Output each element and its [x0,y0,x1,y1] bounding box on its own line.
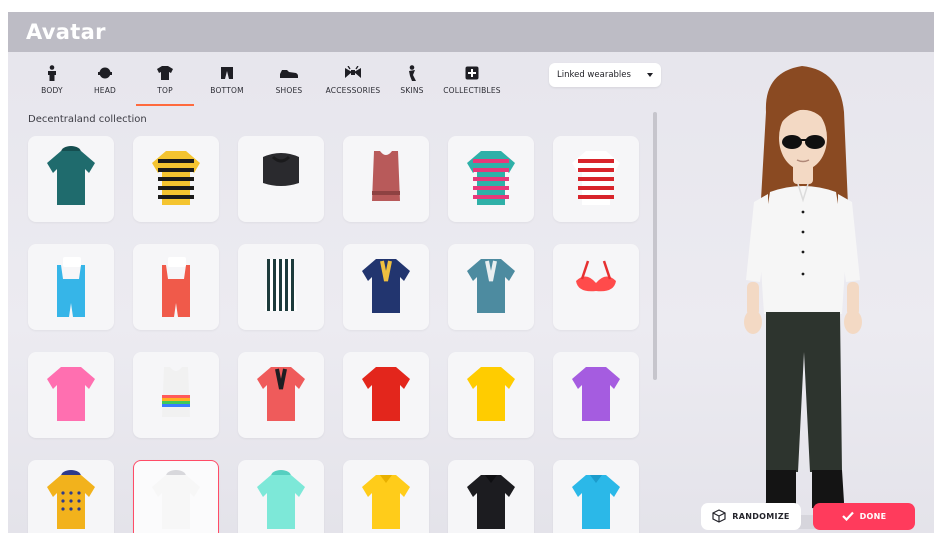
wearable-item[interactable] [343,244,429,330]
tab-label: ACCESSORIES [325,86,381,95]
wearable-item[interactable] [448,244,534,330]
wearable-thumbnail [39,359,103,432]
chevron-down-icon [647,73,653,77]
tab-label: TOP [157,86,173,95]
wearable-thumbnail [144,467,208,533]
avatar-pants [766,312,842,472]
wearable-item[interactable] [238,136,324,222]
wearable-thumbnail [249,467,313,533]
wearables-grid [28,136,648,533]
tab-top[interactable]: TOP [136,62,194,106]
check-icon [841,511,854,523]
wearable-thumbnail [249,251,313,324]
wearable-thumbnail [144,143,208,216]
wearable-item[interactable] [28,244,114,330]
wearable-item[interactable] [28,352,114,438]
wearable-item[interactable] [133,460,219,533]
wearable-item[interactable] [553,352,639,438]
wearable-item[interactable] [343,136,429,222]
wearable-item[interactable] [133,136,219,222]
wearables-filter-select[interactable]: Linked wearables [549,63,661,87]
select-value: Linked wearables [557,70,631,80]
wearable-thumbnail [39,251,103,324]
wearable-item[interactable] [448,460,534,533]
wearable-thumbnail [564,467,628,533]
wearable-thumbnail [564,251,628,324]
wearable-item[interactable] [448,352,534,438]
avatar-figure [744,66,864,529]
tab-label: COLLECTIBLES [443,86,501,95]
done-button[interactable]: DONE [813,503,915,530]
collection-title: Decentraland collection [28,114,147,125]
wearable-thumbnail [459,251,523,324]
wearable-thumbnail [354,467,418,533]
wearable-thumbnail [459,359,523,432]
wearable-item[interactable] [238,244,324,330]
avatar-editor: Avatar BODY HEAD TOP BOTTOM SHOES ACCESS… [8,12,934,533]
wearable-thumbnail [564,359,628,432]
wearable-thumbnail [39,143,103,216]
tab-label: BOTTOM [210,86,244,95]
wearable-thumbnail [354,143,418,216]
wearable-thumbnail [354,359,418,432]
tab-accessories[interactable]: ACCESSORIES [318,62,388,106]
category-tabs: BODY HEAD TOP BOTTOM SHOES ACCESSORIES S… [30,62,508,106]
tab-label: SKINS [400,86,424,95]
scrollbar[interactable] [653,112,657,380]
wearable-thumbnail [459,143,523,216]
wearable-thumbnail [459,467,523,533]
body-icon [43,65,61,81]
wearable-item[interactable] [343,352,429,438]
wearable-item[interactable] [28,136,114,222]
dice-icon [712,508,726,525]
wearable-thumbnail [354,251,418,324]
avatar-forearm-left [747,282,759,316]
wearable-item[interactable] [553,136,639,222]
wearable-item[interactable] [133,244,219,330]
skin-icon [403,65,421,81]
avatar-shirt [760,186,846,314]
wearable-item[interactable] [238,352,324,438]
wearable-item[interactable] [238,460,324,533]
shirt-icon [156,65,174,81]
randomize-label: RANDOMIZE [732,512,790,521]
randomize-button[interactable]: RANDOMIZE [701,503,801,530]
title-bar: Avatar [8,12,934,52]
shoe-icon [280,65,298,81]
page-title: Avatar [26,20,106,44]
tab-label: HEAD [93,86,117,95]
avatar-forearm-right [847,282,859,316]
bow-icon [344,65,362,81]
wearable-thumbnail [249,143,313,216]
avatar-preview[interactable] [668,52,934,533]
wearable-thumbnail [144,251,208,324]
tab-shoes[interactable]: SHOES [260,62,318,106]
head-icon [96,65,114,81]
collectible-icon [463,65,481,81]
wearable-item[interactable] [448,136,534,222]
wearable-item[interactable] [133,352,219,438]
wearable-item[interactable] [553,244,639,330]
done-label: DONE [859,512,887,521]
wearable-thumbnail [39,467,103,533]
tab-head[interactable]: HEAD [74,62,136,106]
tab-label: SHOES [275,86,303,95]
wearable-item[interactable] [553,460,639,533]
tab-skins[interactable]: SKINS [388,62,436,106]
wearable-thumbnail [144,359,208,432]
wearable-thumbnail [564,143,628,216]
tab-bottom[interactable]: BOTTOM [194,62,260,106]
wearable-item[interactable] [343,460,429,533]
wearable-item[interactable] [28,460,114,533]
tab-body[interactable]: BODY [30,62,74,106]
wearable-thumbnail [249,359,313,432]
tab-collectibles[interactable]: COLLECTIBLES [436,62,508,106]
tab-label: BODY [41,86,63,95]
pants-icon [218,65,236,81]
